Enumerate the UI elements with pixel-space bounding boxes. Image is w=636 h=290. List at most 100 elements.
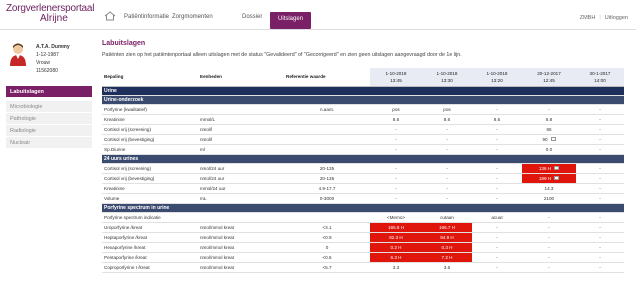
cell-value: ml	[200, 146, 205, 152]
unit-cell: mL	[198, 193, 284, 204]
cell-value: -	[599, 185, 601, 191]
cell-value: Kreatinine	[104, 116, 125, 122]
cell-value: Coproporfyrine I /kreat	[104, 264, 150, 270]
cell-value: 20-135	[319, 165, 335, 171]
table-body: Urine Urine-onderzoek Porfyrine (kwalitati…	[102, 86, 624, 273]
result-cell: 3.3	[370, 262, 422, 273]
test-name-cell: Sp.Diurine	[102, 144, 198, 155]
cell-value: -	[599, 165, 601, 171]
result-cell: -	[370, 134, 422, 145]
cell-value: -	[496, 126, 498, 132]
cell-value: nmol/mmol kreat	[200, 224, 234, 230]
result-cell: -	[522, 222, 576, 233]
col-header-date[interactable]: 1-10-2018 13:30	[422, 68, 472, 87]
result-cell: -	[472, 232, 522, 243]
result-cell: -	[576, 124, 624, 135]
cell-value: 8.6	[392, 116, 400, 122]
result-cell: -	[472, 262, 522, 273]
cell-value: Cortisol vrij (bevestiging)	[104, 136, 155, 142]
unit-cell: nmol/mmol kreat	[198, 222, 284, 233]
result-cell: -	[472, 134, 522, 145]
cell-value: 20-135	[319, 175, 335, 181]
sidebar-item-radiologie[interactable]: Radiologie	[6, 125, 92, 137]
sidebar-item-labuitslagen[interactable]: Labuitslagen	[6, 86, 92, 98]
unit-cell: ml	[198, 144, 284, 155]
result-cell: -	[472, 242, 522, 253]
result-cell: -	[576, 114, 624, 125]
cell-value: <0.9	[322, 234, 332, 240]
cell-value: -	[496, 234, 498, 240]
top-links: ZMBH | Uitloggen	[579, 15, 628, 21]
comment-icon[interactable]	[554, 166, 560, 171]
result-cell: -	[576, 193, 624, 204]
cell-value: 4.9-17.7	[318, 185, 336, 191]
result-cell: 0.2 H	[370, 242, 422, 253]
result-cell: 2100	[522, 193, 576, 204]
result-cell: -	[576, 262, 624, 273]
nav-zorgmomenten[interactable]: Zorgmomenten	[172, 14, 213, 20]
cell-value: -	[548, 264, 550, 270]
table-header-row: Bepaling Eenheden Referentie waarde 1-10…	[102, 68, 624, 87]
test-name-cell: Kreatinine	[102, 183, 198, 194]
comment-icon[interactable]	[554, 176, 560, 181]
table-row: Cortisol vrij (bevestiging) nmol/24 uur 20…	[102, 173, 624, 184]
col-header-eenheden: Eenheden	[198, 68, 284, 87]
table-row: Cortisol vrij (screening) nmol/l - - - 65 -	[102, 124, 624, 135]
sidebar-item-pathologie[interactable]: Pathologie	[6, 113, 92, 125]
table-row: Cortisol vrij (screening) nmol/24 uur 20-1…	[102, 163, 624, 174]
nav-dossier[interactable]: Dossier	[242, 14, 262, 20]
section-row: 24 uurs urines	[102, 154, 624, 164]
reference-cell	[284, 114, 370, 125]
unit-cell: nmol/mmol kreat	[198, 232, 284, 243]
cell-value: <3.1	[322, 224, 332, 230]
logout-link[interactable]: Uitloggen	[605, 15, 628, 21]
cell-value: 8.6	[443, 116, 451, 122]
cell-value: -	[446, 126, 448, 132]
result-cell: -	[522, 242, 576, 253]
reference-cell: 20-135	[284, 173, 370, 184]
portal-logo[interactable]: Zorgverlenersportaal Alrijne	[6, 4, 94, 24]
cell-value: -	[599, 126, 601, 132]
col-header-date[interactable]: 30-1-2017 14:00	[576, 68, 624, 87]
section-label: Porfyrine spectrum in urine	[102, 203, 624, 213]
result-cell: -	[576, 183, 624, 194]
col-header-date[interactable]: 1-10-2018 13:20	[472, 68, 522, 87]
col-header-date[interactable]: 20-12-2017 12:45	[522, 68, 576, 87]
result-cell: 166.7 H	[422, 222, 472, 233]
home-icon[interactable]	[104, 11, 116, 21]
test-name-cell: Heptaporfyrine /kreat	[102, 232, 198, 243]
result-cell: cutaan	[422, 212, 472, 223]
cell-value: 3.6	[443, 264, 451, 270]
section-row: Urine	[102, 86, 624, 96]
patient-info: A.T.A. Dummy 1-12-1987 Vrouw 11562080	[36, 43, 70, 75]
cell-value: -	[599, 146, 601, 152]
nav-patientinformatie[interactable]: Patiëntinformatie	[124, 14, 169, 20]
result-cell: -	[370, 173, 422, 184]
cell-value: -	[496, 254, 498, 260]
cell-value: -	[548, 244, 550, 250]
unit-cell: nmol/l	[198, 124, 284, 135]
cell-value: -	[395, 195, 397, 201]
sidebar: Labuitslagen Microbiologie Pathologie Ra…	[6, 86, 92, 149]
cell-value: -	[599, 106, 601, 112]
nav-uitslagen[interactable]: Uitslagen	[270, 12, 312, 29]
result-cell: -	[472, 252, 522, 263]
test-name-cell: Porfyrine spectrum indicatie	[102, 212, 198, 223]
col-header-date[interactable]: 1-10-2018 13:45	[370, 68, 422, 87]
result-cell: -	[472, 173, 522, 184]
section-label: Urine	[102, 86, 624, 96]
result-cell: 8.6	[472, 114, 522, 125]
cell-value: -	[395, 165, 397, 171]
test-name-cell: Porfyrine (kwalitatief)	[102, 104, 198, 115]
sidebar-item-nucleair[interactable]: Nucleair	[6, 137, 92, 149]
cell-value: Uroporfyrine /kreat	[104, 224, 143, 230]
reference-cell: <0.9	[284, 232, 370, 243]
result-cell: -	[522, 104, 576, 115]
cell-value: Porfyrine spectrum indicatie	[104, 214, 161, 220]
test-name-cell: Kreatinine	[102, 114, 198, 125]
comment-icon[interactable]	[550, 137, 556, 142]
sidebar-item-microbiologie[interactable]: Microbiologie	[6, 101, 92, 113]
cell-value: -	[548, 234, 550, 240]
result-cell: 90	[522, 134, 576, 145]
cell-value: 165.8 H	[387, 224, 405, 230]
